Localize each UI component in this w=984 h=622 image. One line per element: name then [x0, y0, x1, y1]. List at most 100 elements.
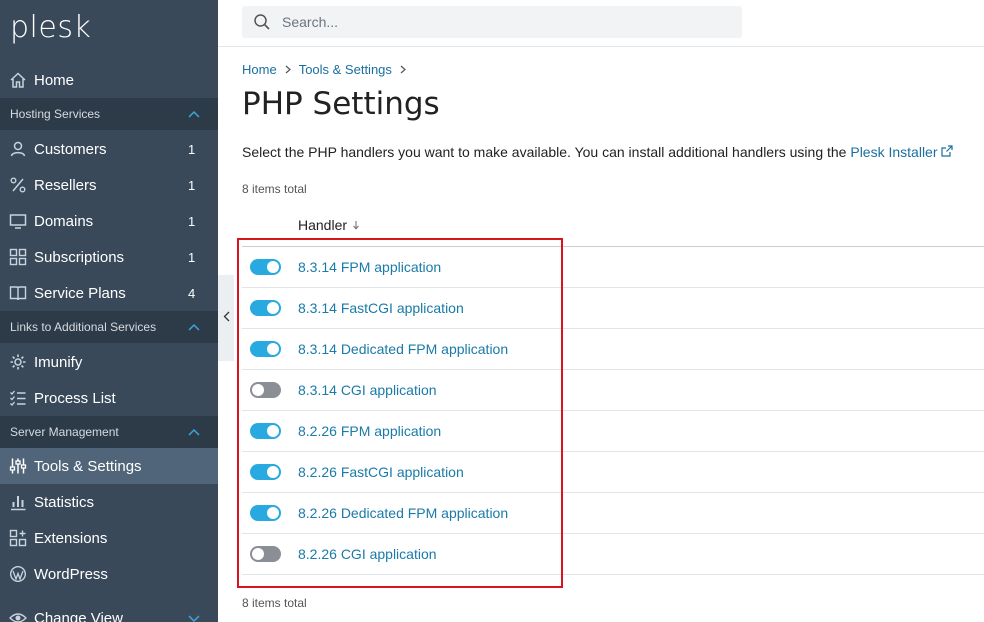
- handler-toggle[interactable]: [250, 505, 281, 521]
- external-link-icon: [941, 144, 954, 160]
- column-header-label: Handler: [298, 217, 348, 233]
- sidebar-item-label: Statistics: [34, 493, 95, 511]
- sidebar: plesk Home Hosting Services Customers 1 …: [0, 0, 218, 622]
- handler-link[interactable]: 8.2.26 CGI application: [298, 546, 437, 562]
- handler-toggle[interactable]: [250, 341, 281, 357]
- table-row: 8.2.26 CGI application: [242, 534, 984, 575]
- section-label: Links to Additional Services: [10, 320, 157, 334]
- sidebar-item-label: Tools & Settings: [34, 457, 142, 475]
- column-header-handler[interactable]: Handler: [298, 217, 360, 233]
- bar-chart-icon: [0, 493, 34, 511]
- breadcrumb-home[interactable]: Home: [242, 62, 277, 77]
- description-text: Select the PHP handlers you want to make…: [242, 144, 851, 160]
- sidebar-item-resellers[interactable]: Resellers 1: [0, 167, 218, 203]
- page-title: PHP Settings: [242, 86, 440, 122]
- user-icon: [0, 140, 34, 158]
- sliders-icon: [0, 457, 34, 475]
- sidebar-item-label: Change View: [34, 609, 123, 622]
- chevron-right-icon: [285, 65, 291, 74]
- handler-toggle[interactable]: [250, 464, 281, 480]
- handler-link[interactable]: 8.2.26 FastCGI application: [298, 464, 464, 480]
- handler-toggle[interactable]: [250, 259, 281, 275]
- sidebar-item-tools-settings[interactable]: Tools & Settings: [0, 448, 218, 484]
- grid-icon: [0, 248, 34, 266]
- sidebar-item-label: Home: [34, 71, 75, 89]
- sidebar-item-service-plans[interactable]: Service Plans 4: [0, 275, 218, 311]
- handler-toggle[interactable]: [250, 382, 281, 398]
- extensions-icon: [0, 529, 34, 547]
- table-row: 8.2.26 FPM application: [242, 411, 984, 452]
- item-count: 1: [188, 249, 196, 265]
- checklist-icon: [0, 389, 34, 407]
- handler-link[interactable]: 8.3.14 FPM application: [298, 259, 441, 275]
- plesk-logo[interactable]: plesk: [10, 10, 91, 45]
- sidebar-item-label: Imunify: [34, 353, 83, 371]
- table-row: 8.2.26 FastCGI application: [242, 452, 984, 493]
- chevron-down-icon: [188, 611, 218, 622]
- sidebar-item-statistics[interactable]: Statistics: [0, 484, 218, 520]
- chevron-left-icon: [223, 309, 230, 327]
- handler-toggle[interactable]: [250, 300, 281, 316]
- section-hosting-services[interactable]: Hosting Services: [0, 98, 218, 130]
- sidebar-item-label: Process List: [34, 389, 116, 407]
- sort-down-icon: [352, 220, 360, 230]
- home-icon: [0, 71, 34, 89]
- sidebar-item-change-view[interactable]: Change View: [0, 600, 218, 622]
- handler-link[interactable]: 8.2.26 Dedicated FPM application: [298, 505, 508, 521]
- page-description: Select the PHP handlers you want to make…: [242, 144, 954, 160]
- book-icon: [0, 284, 34, 302]
- item-count: 1: [188, 213, 196, 229]
- sidebar-item-imunify[interactable]: Imunify: [0, 344, 218, 380]
- chevron-up-icon: [188, 110, 218, 118]
- percent-icon: [0, 176, 34, 194]
- table-row: 8.3.14 FPM application: [242, 247, 984, 288]
- section-label: Hosting Services: [10, 107, 101, 121]
- sidebar-item-home[interactable]: Home: [0, 62, 218, 98]
- handler-toggle[interactable]: [250, 546, 281, 562]
- table-row: 8.3.14 CGI application: [242, 370, 984, 411]
- item-count: 4: [188, 285, 196, 301]
- item-count: 1: [188, 177, 196, 193]
- table-row: 8.3.14 Dedicated FPM application: [242, 329, 984, 370]
- breadcrumb-tools-settings[interactable]: Tools & Settings: [299, 62, 392, 77]
- sidebar-item-domains[interactable]: Domains 1: [0, 203, 218, 239]
- topbar: [218, 0, 984, 47]
- sidebar-item-wordpress[interactable]: WordPress: [0, 556, 218, 592]
- section-server-management[interactable]: Server Management: [0, 416, 218, 448]
- search-input[interactable]: [282, 14, 722, 30]
- handler-link[interactable]: 8.3.14 Dedicated FPM application: [298, 341, 508, 357]
- search-icon: [242, 13, 282, 31]
- eye-icon: [0, 609, 34, 622]
- handler-link[interactable]: 8.3.14 FastCGI application: [298, 300, 464, 316]
- gear-icon: [0, 353, 34, 371]
- sidebar-item-label: Domains: [34, 212, 94, 230]
- item-count: 1: [188, 141, 196, 157]
- sidebar-item-label: Service Plans: [34, 284, 126, 302]
- chevron-up-icon: [188, 323, 218, 331]
- sidebar-item-label: Resellers: [34, 176, 97, 194]
- sidebar-item-label: Customers: [34, 140, 107, 158]
- search-box[interactable]: [242, 6, 742, 38]
- sidebar-item-subscriptions[interactable]: Subscriptions 1: [0, 239, 218, 275]
- sidebar-item-process-list[interactable]: Process List: [0, 380, 218, 416]
- monitor-icon: [0, 212, 34, 230]
- wordpress-icon: [0, 565, 34, 583]
- sidebar-item-label: Subscriptions: [34, 248, 125, 266]
- handler-toggle[interactable]: [250, 423, 281, 439]
- breadcrumb: Home Tools & Settings: [242, 62, 414, 77]
- chevron-right-icon: [400, 65, 406, 74]
- plesk-installer-link[interactable]: Plesk Installer: [850, 144, 954, 160]
- handler-link[interactable]: 8.3.14 CGI application: [298, 382, 437, 398]
- sidebar-item-label: Extensions: [34, 529, 108, 547]
- section-label: Server Management: [10, 425, 119, 439]
- items-total-top: 8 items total: [242, 182, 307, 196]
- handler-link[interactable]: 8.2.26 FPM application: [298, 423, 441, 439]
- sidebar-item-extensions[interactable]: Extensions: [0, 520, 218, 556]
- sidebar-item-customers[interactable]: Customers 1: [0, 131, 218, 167]
- chevron-up-icon: [188, 428, 218, 436]
- sidebar-collapse-button[interactable]: [218, 275, 234, 361]
- table-row: 8.2.26 Dedicated FPM application: [242, 493, 984, 534]
- section-links-additional-services[interactable]: Links to Additional Services: [0, 311, 218, 343]
- table-row: 8.3.14 FastCGI application: [242, 288, 984, 329]
- items-total-bottom: 8 items total: [242, 596, 307, 610]
